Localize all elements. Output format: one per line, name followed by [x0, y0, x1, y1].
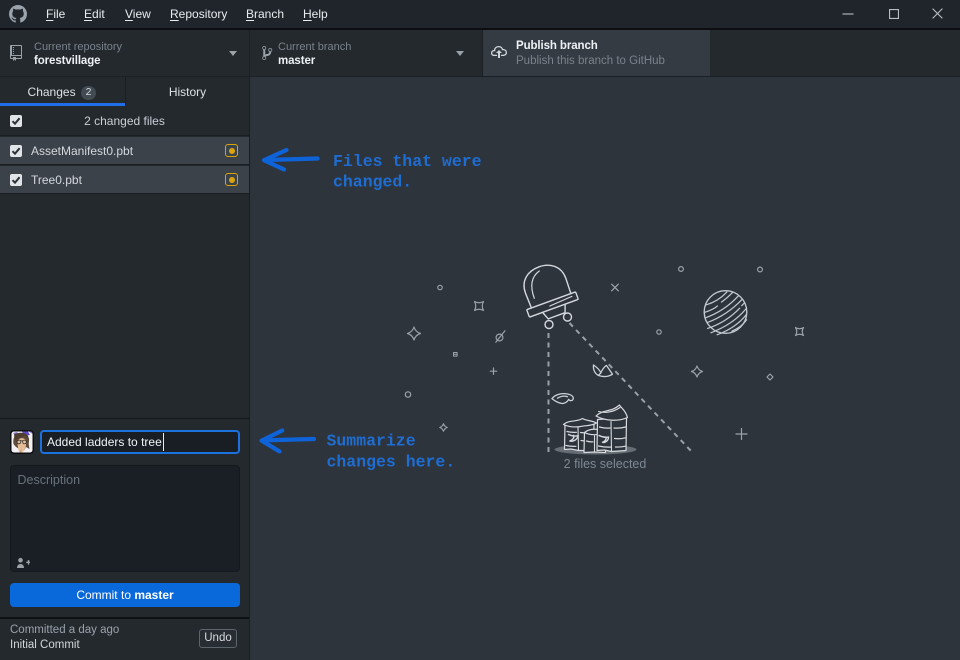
- svg-text:Files that were: Files that were: [333, 152, 482, 171]
- svg-text:2 files selected: 2 files selected: [564, 457, 647, 471]
- svg-text:changes here.: changes here.: [327, 452, 456, 471]
- svg-text:changed.: changed.: [333, 172, 412, 191]
- svg-text:Summarize: Summarize: [327, 431, 416, 450]
